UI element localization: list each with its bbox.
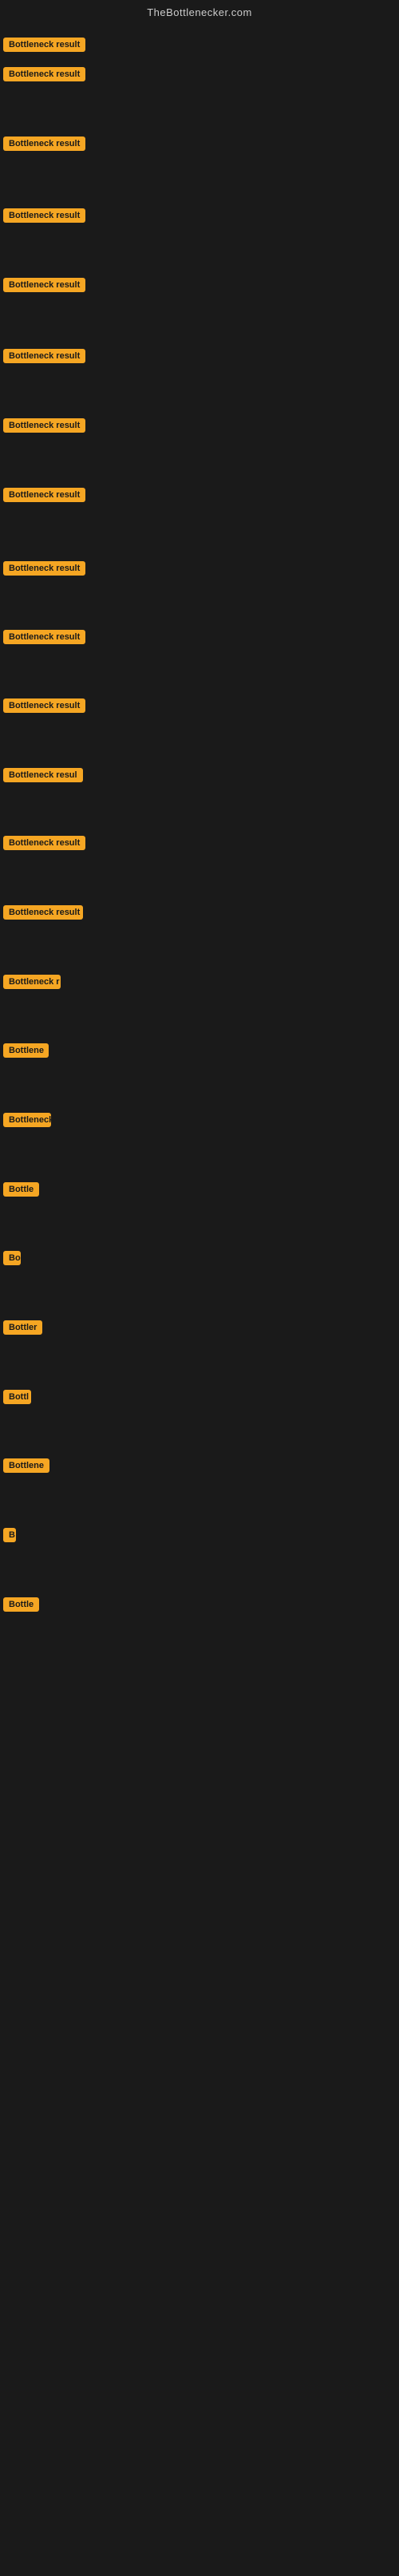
bottleneck-badge[interactable]: Bottlene [3, 1458, 49, 1473]
bottleneck-list: Bottleneck result Bottleneck result Bottle… [0, 22, 399, 2576]
bottleneck-item-2: Bottleneck result [3, 137, 85, 155]
bottleneck-badge[interactable]: Bottleneck result [3, 208, 85, 223]
bottleneck-badge[interactable]: Bottleneck [3, 1113, 51, 1127]
bottleneck-item-8: Bottleneck result [3, 561, 85, 580]
bottleneck-item-21: Bottlene [3, 1458, 49, 1477]
bottleneck-badge[interactable]: Bottleneck result [3, 905, 83, 920]
bottleneck-item-0: Bottleneck result [3, 38, 85, 56]
bottleneck-item-19: Bottler [3, 1320, 42, 1339]
bottleneck-badge[interactable]: Bottleneck result [3, 836, 85, 850]
bottleneck-item-17: Bottle [3, 1182, 39, 1201]
bottleneck-item-20: Bottl [3, 1390, 31, 1408]
bottleneck-badge[interactable]: Bottleneck result [3, 278, 85, 292]
bottleneck-badge[interactable]: Bottleneck resul [3, 768, 83, 782]
site-header: TheBottlenecker.com [0, 0, 399, 22]
bottleneck-item-22: B [3, 1528, 16, 1546]
bottleneck-badge[interactable]: Bottleneck result [3, 561, 85, 576]
bottleneck-badge[interactable]: Bottleneck result [3, 630, 85, 644]
bottleneck-item-15: Bottlene [3, 1043, 49, 1062]
bottleneck-item-9: Bottleneck result [3, 630, 85, 648]
bottleneck-item-3: Bottleneck result [3, 208, 85, 227]
bottleneck-item-14: Bottleneck r [3, 975, 61, 993]
bottleneck-item-16: Bottleneck [3, 1113, 51, 1131]
bottleneck-item-7: Bottleneck result [3, 488, 85, 506]
bottleneck-badge[interactable]: Bottler [3, 1320, 42, 1335]
bottleneck-badge[interactable]: Bottleneck result [3, 488, 85, 502]
bottleneck-item-18: Bo [3, 1251, 21, 1269]
bottleneck-item-23: Bottle [3, 1597, 39, 1616]
bottleneck-item-11: Bottleneck resul [3, 768, 83, 786]
bottleneck-badge[interactable]: Bottlene [3, 1043, 49, 1058]
bottleneck-badge[interactable]: Bottleneck result [3, 698, 85, 713]
bottleneck-badge[interactable]: Bottl [3, 1390, 31, 1404]
bottleneck-badge[interactable]: B [3, 1528, 16, 1542]
bottleneck-item-1: Bottleneck result [3, 67, 85, 85]
bottleneck-item-5: Bottleneck result [3, 349, 85, 367]
bottleneck-badge[interactable]: Bottleneck result [3, 137, 85, 151]
bottleneck-item-13: Bottleneck result [3, 905, 83, 924]
bottleneck-item-4: Bottleneck result [3, 278, 85, 296]
bottleneck-item-6: Bottleneck result [3, 418, 85, 437]
bottleneck-badge[interactable]: Bottleneck r [3, 975, 61, 989]
bottleneck-badge[interactable]: Bottleneck result [3, 38, 85, 52]
bottleneck-badge[interactable]: Bottleneck result [3, 418, 85, 433]
bottleneck-badge[interactable]: Bottleneck result [3, 67, 85, 81]
bottleneck-badge[interactable]: Bottleneck result [3, 349, 85, 363]
bottleneck-badge[interactable]: Bottle [3, 1182, 39, 1197]
bottleneck-badge[interactable]: Bo [3, 1251, 21, 1265]
bottleneck-badge[interactable]: Bottle [3, 1597, 39, 1612]
bottleneck-item-12: Bottleneck result [3, 836, 85, 854]
bottleneck-item-10: Bottleneck result [3, 698, 85, 717]
